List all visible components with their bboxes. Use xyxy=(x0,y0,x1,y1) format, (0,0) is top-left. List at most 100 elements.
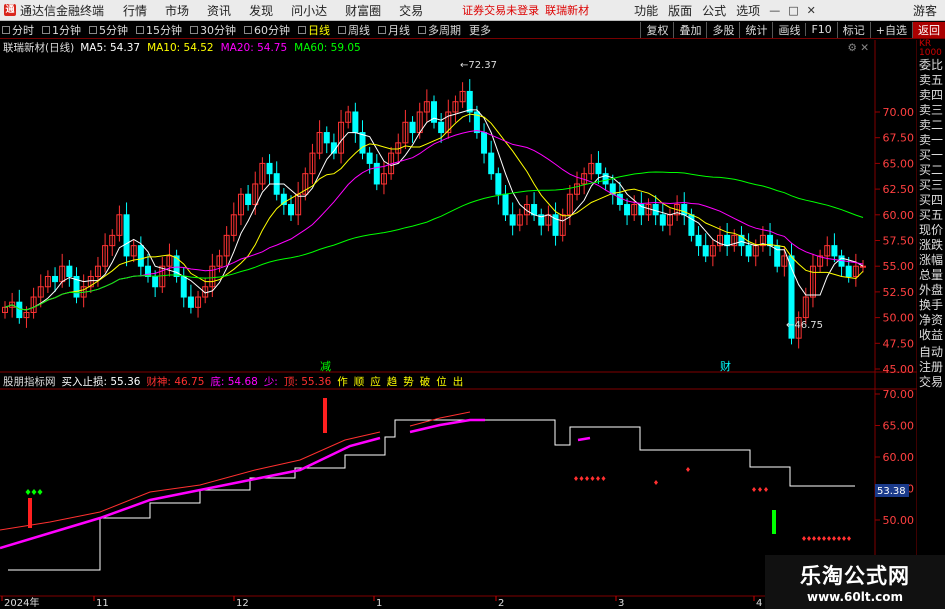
side-item: 委比 xyxy=(919,58,944,72)
ind-item: 出 xyxy=(452,375,464,388)
candle-body xyxy=(495,173,502,195)
btn-add-favorite[interactable]: +自选 xyxy=(869,21,912,38)
price-tick-label: 47.50 xyxy=(883,337,915,350)
candle-body xyxy=(66,265,73,277)
maximize-button[interactable]: □ xyxy=(788,4,798,17)
ind-item: 买入止损: 55.36 xyxy=(61,375,141,388)
candle-body xyxy=(488,152,495,175)
tf-30min[interactable]: 30分钟 xyxy=(188,22,240,38)
signal-diamond xyxy=(802,536,806,541)
signal-diamond xyxy=(764,487,768,492)
candle-body xyxy=(745,245,752,257)
tf-5min[interactable]: 5分钟 xyxy=(87,22,132,38)
tf-monthly[interactable]: 月线 xyxy=(376,22,414,38)
menu-trade[interactable]: 交易 xyxy=(399,2,423,19)
menu-ask[interactable]: 问小达 xyxy=(291,2,327,19)
bottom-line xyxy=(409,418,485,434)
menu-market[interactable]: 市场 xyxy=(165,2,189,19)
menu-formula[interactable]: 公式 xyxy=(702,2,726,19)
menu-wealth[interactable]: 财富圈 xyxy=(345,2,381,19)
close-button[interactable]: ✕ xyxy=(807,4,816,17)
menu-options[interactable]: 选项 xyxy=(736,2,760,19)
bottom-line xyxy=(0,436,381,550)
checkbox-icon xyxy=(298,25,306,34)
date-axis: 2024年 11 12 1 2 3 4 xyxy=(1,596,762,609)
btn-adjust[interactable]: 复权 xyxy=(640,21,673,38)
tf-daily[interactable]: 日线 xyxy=(296,22,334,38)
candle-body xyxy=(595,162,602,175)
candle-body xyxy=(438,121,445,134)
tf-weekly[interactable]: 周线 xyxy=(336,22,374,38)
ma5-label: MA5: 54.37 xyxy=(80,41,141,54)
candle-body xyxy=(509,214,516,226)
candle-body xyxy=(624,204,631,216)
candle-body xyxy=(659,214,666,226)
tf-15min[interactable]: 15分钟 xyxy=(134,22,186,38)
tf-60min[interactable]: 60分钟 xyxy=(242,22,294,38)
side-item[interactable]: 注册 xyxy=(917,360,945,375)
side-item: 卖三 xyxy=(919,103,944,117)
side-item[interactable]: 交易 xyxy=(917,375,945,390)
tf-intraday[interactable]: 分时 xyxy=(0,22,38,38)
ind-item: 少: xyxy=(263,375,278,388)
panel-controls-icon[interactable]: ⚙ ✕ xyxy=(847,42,869,54)
guest-login[interactable]: 游客 xyxy=(913,2,937,19)
price-tick-label: 57.50 xyxy=(883,235,915,248)
ind-item: 破 xyxy=(419,375,431,388)
btn-overlay[interactable]: 叠加 xyxy=(673,21,706,38)
chart-canvas[interactable]: ←72.37 ←46.75 减 财 70.00 67.50 65.00 62.50 60.00… xyxy=(0,0,945,609)
checkbox-icon xyxy=(378,25,386,34)
candle-body xyxy=(681,204,688,216)
candle-body xyxy=(366,152,373,164)
stop-loss-line xyxy=(8,419,855,571)
trade-login-notice[interactable]: 证券交易未登录 xyxy=(462,2,539,18)
signal-diamond xyxy=(579,476,584,481)
price-tick-label: 50.00 xyxy=(883,312,915,325)
signal-diamond xyxy=(758,487,762,492)
ind-item: 底: 54.68 xyxy=(210,375,258,388)
tf-more[interactable]: 更多 xyxy=(467,22,495,38)
btn-multi-stock[interactable]: 多股 xyxy=(706,21,739,38)
signal-bar xyxy=(28,498,32,528)
candle-body xyxy=(266,162,273,175)
menu-bar: 通 通达信金融终端 行情 市场 资讯 发现 问小达 财富圈 交易 证券交易未登录… xyxy=(0,0,945,21)
price-info-bar: 联瑞新材(日线) MA5: 54.37 MA10: 54.52 MA20: 54… xyxy=(0,40,875,55)
date-label: 2 xyxy=(498,598,504,609)
stock-code-sub: 1000 xyxy=(919,48,942,58)
side-item[interactable]: 自动 xyxy=(917,345,945,360)
price-tick-label: 60.00 xyxy=(883,209,915,222)
candle-body xyxy=(245,193,252,206)
candle-body xyxy=(652,204,659,216)
date-label: 1 xyxy=(376,598,382,609)
btn-back[interactable]: 返回 xyxy=(912,21,945,38)
checkbox-icon xyxy=(42,25,50,34)
price-panel-title: 联瑞新材(日线) xyxy=(3,42,75,54)
ind-item: 应 xyxy=(370,375,381,388)
side-item: 涨幅 xyxy=(919,253,944,267)
candle-body xyxy=(616,193,623,206)
signal-diamond xyxy=(807,536,811,541)
checkbox-icon xyxy=(89,25,97,34)
stock-link[interactable]: 联瑞新材 xyxy=(545,2,589,18)
btn-draw[interactable]: 画线 xyxy=(772,21,805,38)
menu-function[interactable]: 功能 xyxy=(634,2,658,19)
price-candles-layer xyxy=(2,79,866,349)
menu-news[interactable]: 资讯 xyxy=(207,2,231,19)
ind-tick-label: 60.00 xyxy=(883,451,915,464)
menu-quotes[interactable]: 行情 xyxy=(123,2,147,19)
ind-item: 趋 xyxy=(386,375,398,388)
ind-item: 顶: 55.36 xyxy=(283,375,332,388)
btn-f10[interactable]: F10 xyxy=(805,23,836,36)
top-line xyxy=(0,431,381,531)
candle-body xyxy=(352,111,359,134)
minimize-button[interactable]: — xyxy=(769,4,780,17)
menu-layout[interactable]: 版面 xyxy=(668,2,692,19)
menu-discover[interactable]: 发现 xyxy=(249,2,273,19)
btn-stats[interactable]: 统计 xyxy=(739,21,772,38)
btn-mark[interactable]: 标记 xyxy=(836,21,870,38)
candle-body xyxy=(466,90,473,113)
tf-1min[interactable]: 1分钟 xyxy=(40,22,85,38)
candle-body xyxy=(860,265,866,268)
price-tick-label: 67.50 xyxy=(883,132,915,145)
tf-multi[interactable]: 多周期 xyxy=(416,22,465,38)
